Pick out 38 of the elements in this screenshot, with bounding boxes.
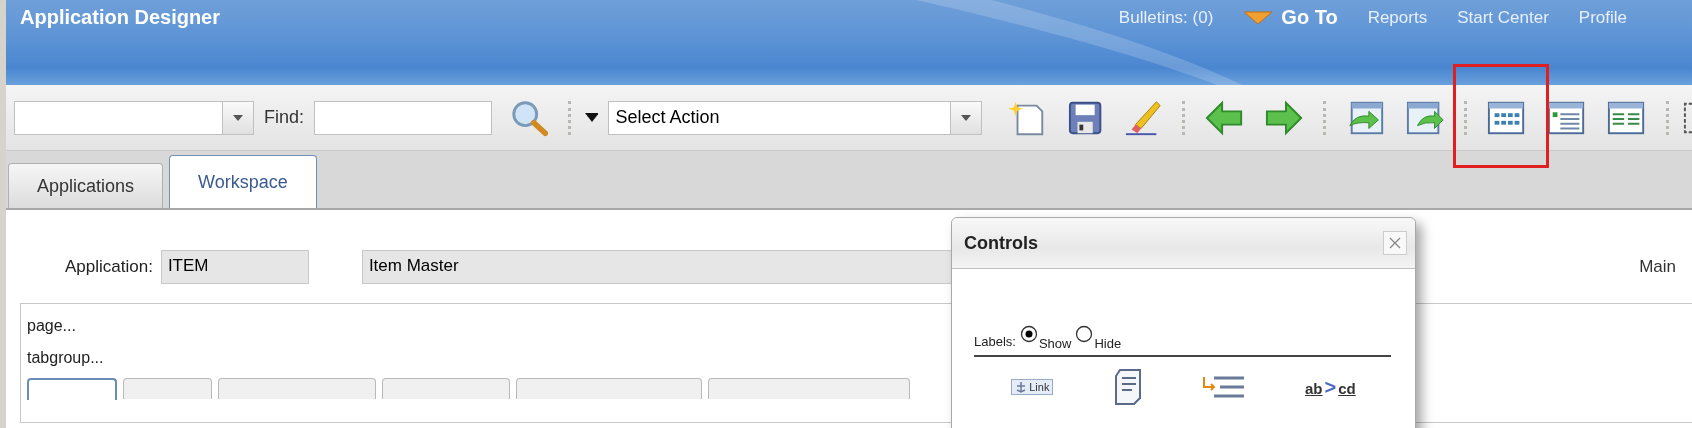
find-field[interactable]	[314, 100, 492, 135]
close-icon	[1389, 237, 1401, 249]
labels-label: Labels:	[974, 334, 1016, 349]
dropdown-icon	[960, 114, 971, 121]
window-arrow-icon[interactable]	[1346, 99, 1385, 136]
search-icon[interactable]	[510, 98, 549, 137]
radio-label: Show	[1038, 336, 1072, 351]
form-icon[interactable]	[1607, 99, 1646, 136]
tab[interactable]: Applications	[8, 163, 164, 208]
bracket-icon[interactable]	[1682, 100, 1692, 135]
tab[interactable]: Workspace	[169, 155, 317, 208]
code-field[interactable]: ITEM	[160, 250, 309, 284]
forward-arrow-icon[interactable]	[1265, 99, 1304, 136]
main-label: Main	[1639, 257, 1676, 277]
find-label: Find:	[263, 107, 304, 128]
app-title: Application Designer	[20, 6, 221, 29]
back-arrow-icon[interactable]	[1205, 99, 1244, 136]
radio-button[interactable]	[1019, 325, 1038, 343]
eraser-icon[interactable]	[1123, 98, 1162, 137]
grid-icon[interactable]	[1487, 99, 1526, 136]
caret-icon	[1243, 10, 1274, 25]
mapping-control[interactable]: ab>cd	[1305, 375, 1356, 399]
save-icon[interactable]	[1067, 99, 1102, 136]
application-label: Application:	[65, 257, 153, 277]
window-arrow-icon[interactable]	[1406, 99, 1445, 136]
outline-item[interactable]: tabgroup...	[27, 342, 104, 374]
outline-item[interactable]: page...	[27, 310, 76, 342]
action-select[interactable]: Select Action	[608, 100, 982, 135]
dropdown-icon	[232, 114, 243, 121]
radio-button[interactable]	[1075, 325, 1094, 343]
list-icon[interactable]	[1547, 99, 1586, 136]
radio-label: Hide	[1094, 336, 1122, 351]
link-control[interactable]: Link	[1011, 379, 1054, 395]
tab[interactable]	[27, 378, 117, 400]
indent-icon[interactable]	[1202, 375, 1247, 399]
caret-icon[interactable]	[585, 113, 599, 122]
anchor-icon	[1015, 381, 1028, 393]
close-button[interactable]	[1383, 231, 1407, 255]
